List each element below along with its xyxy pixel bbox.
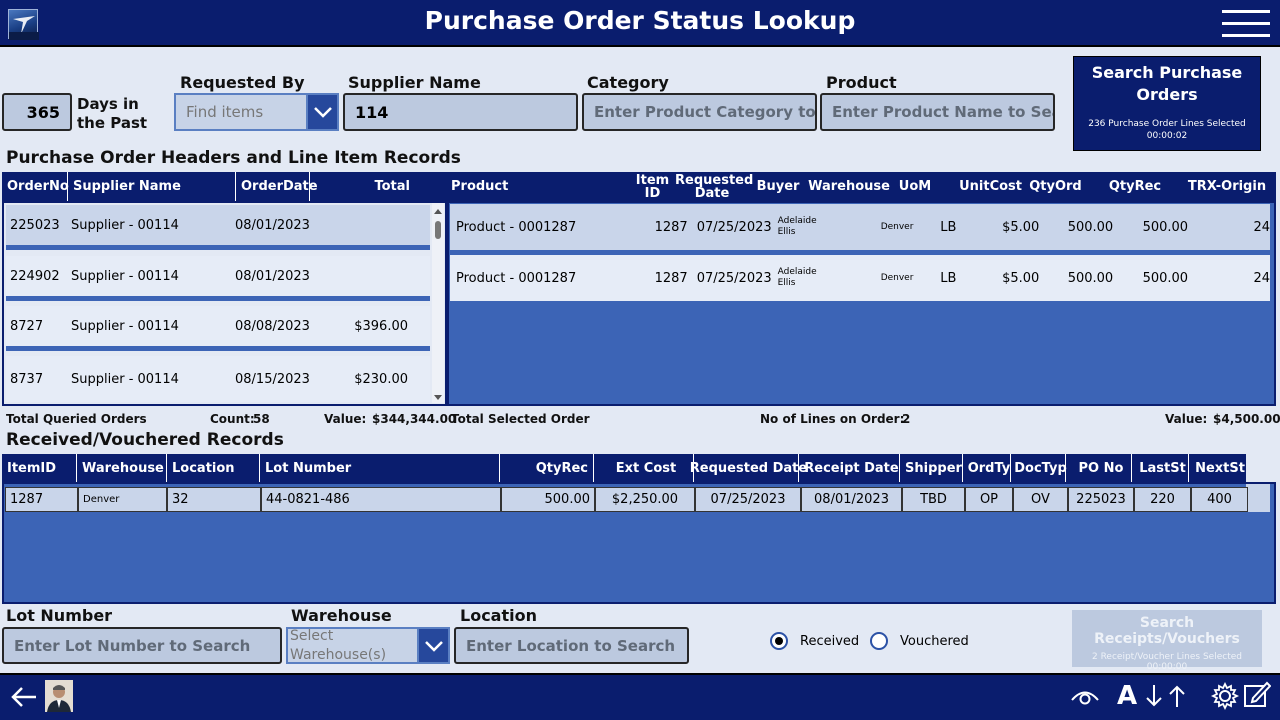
col-ordty[interactable]: OrdTy xyxy=(963,454,1011,482)
col-uom[interactable]: UoM xyxy=(895,179,935,194)
line-item-row[interactable]: Product - 0001287 1287 07/25/2023 Adelai… xyxy=(450,255,1270,301)
lot-number-label: Lot Number xyxy=(6,606,113,625)
requested-by-input[interactable]: Find items xyxy=(174,93,310,131)
col-qtyrec[interactable]: QtyRec xyxy=(500,454,594,482)
days-input[interactable]: 365 xyxy=(2,93,72,131)
col-requested-date[interactable]: Requested Date xyxy=(671,174,753,200)
scroll-down-icon[interactable] xyxy=(432,391,444,403)
top-bar: Purchase Order Status Lookup xyxy=(0,0,1280,47)
eye-icon[interactable] xyxy=(1070,685,1100,707)
col-po-no[interactable]: PO No xyxy=(1066,454,1132,482)
bottom-bar: A xyxy=(0,673,1280,720)
search-receipts-time: 00:00:00 xyxy=(1146,662,1188,672)
po-section-title: Purchase Order Headers and Line Item Rec… xyxy=(6,148,461,168)
col-buyer[interactable]: Buyer xyxy=(753,179,803,194)
col-qtyord[interactable]: QtyOrd xyxy=(1022,179,1089,194)
col-receipt-date[interactable]: Receipt Date xyxy=(799,454,900,482)
hamburger-menu-icon[interactable] xyxy=(1222,10,1270,40)
po-row[interactable]: 8727 Supplier - 00114 08/08/2023 $396.00 xyxy=(6,306,430,351)
count-value: 58 xyxy=(253,412,270,426)
scroll-up-icon[interactable] xyxy=(432,206,444,218)
search-receipts-label: Search Receipts/Vouchers xyxy=(1094,615,1240,647)
received-row-end xyxy=(1246,484,1270,512)
col-product[interactable]: Product xyxy=(447,179,634,194)
product-input[interactable]: Enter Product Name to Sea xyxy=(820,93,1055,131)
search-purchase-orders-button[interactable]: Search Purchase Orders 236 Purchase Orde… xyxy=(1073,56,1261,151)
requested-by-dropdown[interactable] xyxy=(306,93,339,131)
col-orderdate[interactable]: OrderDate xyxy=(236,172,318,201)
warehouse-select[interactable]: Select Warehouse(s) xyxy=(286,627,420,664)
received-row[interactable]: 1287 Denver 32 44-0821-486 500.00 $2,250… xyxy=(5,487,1248,512)
col-warehouse[interactable]: Warehouse xyxy=(77,454,167,482)
col-ext-cost[interactable]: Ext Cost xyxy=(594,454,694,482)
value-amount: $344,344.00 xyxy=(372,412,457,426)
location-label: Location xyxy=(460,606,537,625)
po-row[interactable]: 224902 Supplier - 00114 08/01/2023 xyxy=(6,256,430,301)
col-item-id[interactable]: Item ID xyxy=(634,174,671,200)
col-location[interactable]: Location xyxy=(167,454,260,482)
count-label: Count: xyxy=(210,412,255,426)
chevron-down-icon xyxy=(424,640,443,652)
selected-value-amount: $4,500.00 xyxy=(1213,412,1280,426)
value-label: Value: xyxy=(324,412,367,426)
total-queried-label: Total Queried Orders xyxy=(6,412,147,426)
back-arrow-icon[interactable] xyxy=(10,685,38,709)
col-lot-number[interactable]: Lot Number xyxy=(260,454,500,482)
received-table-header: ItemID Warehouse Location Lot Number Qty… xyxy=(2,454,1246,482)
lot-number-input[interactable]: Enter Lot Number to Search xyxy=(2,627,282,664)
radio-received-indicator[interactable] xyxy=(770,632,788,650)
col-unitcost[interactable]: UnitCost xyxy=(935,179,1022,194)
supplier-name-input[interactable]: 114 xyxy=(343,93,578,131)
col-doctyp[interactable]: DocTyp xyxy=(1011,454,1067,482)
supplier-name-label: Supplier Name xyxy=(348,73,481,92)
category-label: Category xyxy=(587,73,669,92)
gear-icon[interactable] xyxy=(1210,681,1240,711)
col-itemid[interactable]: ItemID xyxy=(2,454,77,482)
warehouse-label: Warehouse xyxy=(291,606,392,625)
search-receipts-status: 2 Receipt/Voucher Lines Selected xyxy=(1092,652,1242,662)
line-item-row[interactable]: Product - 0001287 1287 07/25/2023 Adelai… xyxy=(450,204,1270,250)
avatar[interactable] xyxy=(45,680,73,712)
location-input[interactable]: Enter Location to Search xyxy=(454,627,689,664)
col-requested-date[interactable]: Requested Date xyxy=(690,454,807,482)
search-po-label: Search Purchase Orders xyxy=(1091,63,1243,104)
po-header-table-header: OrderNo Supplier Name OrderDate Total xyxy=(2,172,447,201)
col-trx-origin[interactable]: TRX-Origin xyxy=(1181,179,1273,194)
lines-label: No of Lines on Order: xyxy=(760,412,905,426)
selected-value-label: Value: xyxy=(1165,412,1208,426)
category-input[interactable]: Enter Product Category to S xyxy=(582,93,817,131)
received-section-title: Received/Vouchered Records xyxy=(6,430,284,450)
col-supplier-name[interactable]: Supplier Name xyxy=(68,172,236,201)
po-row[interactable]: 225023 Supplier - 00114 08/01/2023 xyxy=(6,205,430,250)
col-orderno[interactable]: OrderNo xyxy=(2,172,69,201)
radio-received[interactable]: Received xyxy=(770,632,859,650)
total-selected-label: Total Selected Order xyxy=(451,412,590,426)
edit-icon[interactable] xyxy=(1243,680,1271,710)
search-po-time: 00:00:02 xyxy=(1146,131,1188,141)
chevron-down-icon xyxy=(313,107,332,118)
search-po-status: 236 Purchase Order Lines Selected xyxy=(1088,119,1246,129)
po-row[interactable]: 8737 Supplier - 00114 08/15/2023 $230.00 xyxy=(6,356,430,402)
radio-vouchered-indicator[interactable] xyxy=(870,632,888,650)
days-label: Days in the Past xyxy=(77,95,148,132)
sort-ascending-icon[interactable] xyxy=(1167,683,1187,709)
col-total[interactable]: Total xyxy=(310,172,410,201)
requested-by-label: Requested By xyxy=(180,73,305,92)
po-list-scrollbar[interactable] xyxy=(432,203,444,403)
scroll-thumb[interactable] xyxy=(435,221,441,239)
col-warehouse[interactable]: Warehouse xyxy=(803,179,895,194)
search-receipts-button[interactable]: Search Receipts/Vouchers 2 Receipt/Vouch… xyxy=(1072,610,1262,672)
font-size-icon[interactable]: A xyxy=(1117,681,1137,711)
col-shipper[interactable]: Shipper xyxy=(900,454,963,482)
page-title: Purchase Order Status Lookup xyxy=(424,6,856,35)
col-qtyrec[interactable]: QtyRec xyxy=(1089,179,1181,194)
product-label: Product xyxy=(826,73,897,92)
warehouse-dropdown[interactable] xyxy=(417,627,450,664)
col-lastst[interactable]: LastSt xyxy=(1132,454,1189,482)
line-items-table-header: Product Item ID Requested Date Buyer War… xyxy=(447,172,1276,201)
col-nextst[interactable]: NextSt xyxy=(1189,454,1246,482)
lines-value: 2 xyxy=(902,412,911,426)
sort-descending-icon[interactable] xyxy=(1144,683,1164,709)
radio-vouchered[interactable]: Vouchered xyxy=(870,632,969,650)
